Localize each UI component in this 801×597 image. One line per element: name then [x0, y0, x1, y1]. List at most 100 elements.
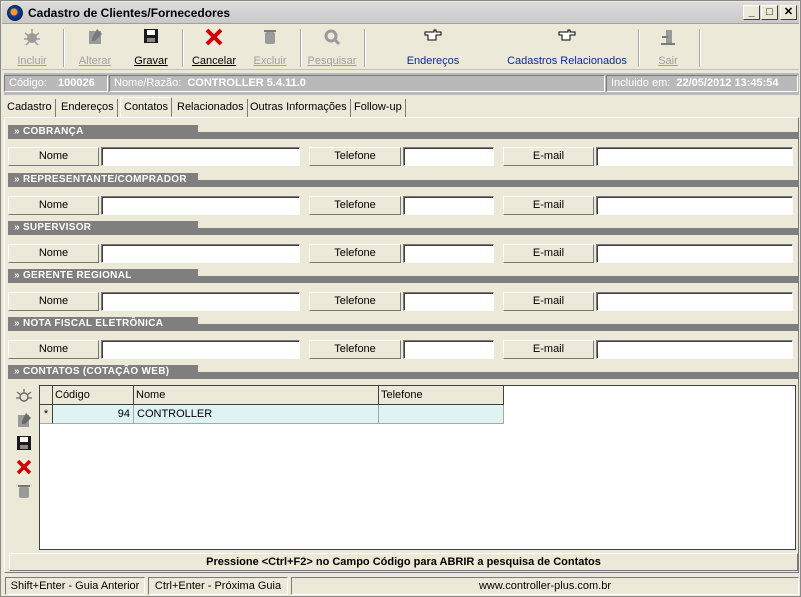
supervisor-email-input[interactable]: [596, 244, 793, 263]
section-header-gerente-regional: » GERENTE REGIONAL: [8, 269, 798, 283]
codigo-label: Código:: [9, 77, 47, 89]
trash-icon: [244, 27, 296, 49]
section-title: » COBRANÇA: [8, 125, 198, 139]
cell-telefone[interactable]: [379, 405, 504, 424]
tab-cadastro[interactable]: Cadastro: [4, 99, 56, 117]
grid-alterar-button[interactable]: [14, 411, 34, 431]
section-rule: [198, 180, 798, 187]
tab-follow-up[interactable]: Follow-up: [351, 99, 406, 117]
gerente-email-input[interactable]: [596, 292, 793, 311]
record-info-strip: Código: 100026 Nome/Razão: CONTROLLER 5.…: [4, 73, 799, 95]
exit-door-icon: [646, 27, 690, 49]
cadastros-relacionados-button[interactable]: Cadastros Relacionados: [502, 27, 632, 68]
supervisor-nome-input[interactable]: [101, 244, 300, 263]
close-button[interactable]: ✕: [780, 5, 797, 20]
minimize-button[interactable]: _: [743, 5, 760, 20]
grid-gravar-button[interactable]: [14, 435, 34, 455]
cobranca-telefone-label: Telefone: [309, 147, 401, 166]
section-rule: [198, 372, 798, 379]
tab-contatos[interactable]: Contatos: [120, 97, 173, 117]
sair-label: Sair: [658, 55, 678, 67]
section-header-supervisor: » SUPERVISOR: [8, 221, 798, 235]
gerente-nome-input[interactable]: [101, 292, 300, 311]
alterar-button[interactable]: Alterar: [68, 27, 122, 68]
gravar-button[interactable]: Gravar: [124, 27, 178, 68]
toolbar-separator: [182, 29, 184, 67]
supervisor-telefone-label: Telefone: [309, 244, 401, 263]
representante-nome-input[interactable]: [101, 196, 300, 215]
section-header-cobranca: » COBRANÇA: [8, 125, 798, 139]
tab-strip: Cadastro Endereços Contatos Relacionados…: [4, 97, 799, 117]
grid-cancelar-button[interactable]: [14, 458, 34, 478]
pesquisar-button[interactable]: Pesquisar: [304, 27, 360, 68]
floppy-disk-icon: [16, 436, 32, 455]
supervisor-telefone-input[interactable]: [403, 244, 494, 263]
pointing-hand-icon: [502, 27, 632, 49]
bug-plus-icon: [15, 389, 33, 409]
excluir-label: Excluir: [253, 55, 287, 67]
magnifier-icon: [304, 27, 360, 49]
nfe-email-input[interactable]: [596, 340, 793, 359]
tab-outras-informacoes[interactable]: Outras Informações: [247, 99, 351, 117]
representante-email-input[interactable]: [596, 196, 793, 215]
gerente-email-label: E-mail: [503, 292, 594, 311]
cobranca-telefone-input[interactable]: [403, 147, 494, 166]
excluir-button[interactable]: Excluir: [244, 27, 296, 68]
toolbar: Incluir Alterar Gravar Cancelar Excluir …: [2, 25, 799, 70]
column-header-nome[interactable]: Nome: [134, 386, 379, 405]
cancelar-button[interactable]: Cancelar: [186, 27, 242, 68]
incluido-value: 22/05/2012 13:45:54: [676, 77, 779, 89]
incluir-label: Incluir: [17, 55, 47, 67]
nfe-telefone-input[interactable]: [403, 340, 494, 359]
tab-relacionados[interactable]: Relacionados: [174, 99, 248, 117]
column-header-codigo[interactable]: Código: [53, 386, 134, 405]
nfe-email-label: E-mail: [503, 340, 594, 359]
status-prev-tab: Shift+Enter - Guia Anterior: [5, 577, 145, 595]
section-title: » NOTA FISCAL ELETRÔNICA: [8, 317, 198, 331]
section-title: » CONTATOS (COTAÇÃO WEB): [8, 365, 198, 379]
codigo-value: 100026: [57, 77, 95, 89]
enderecos-label: Endereços: [406, 55, 460, 67]
column-header-telefone[interactable]: Telefone: [379, 386, 504, 405]
app-globe-icon: [7, 5, 23, 21]
maximize-icon: □: [766, 6, 773, 18]
incluido-info: Incluido em: 22/05/2012 13:45:54: [606, 75, 798, 92]
nfe-nome-input[interactable]: [101, 340, 300, 359]
toolbar-separator: [638, 29, 640, 67]
enderecos-button[interactable]: Endereços: [398, 27, 468, 68]
edit-icon: [15, 413, 33, 433]
toolbar-separator: [300, 29, 302, 67]
status-website: www.controller-plus.com.br: [291, 577, 799, 595]
maximize-button[interactable]: □: [761, 5, 778, 20]
pesquisar-label: Pesquisar: [307, 55, 357, 67]
title-bar: Cadastro de Clientes/Fornecedores _ □ ✕: [2, 2, 799, 24]
floppy-disk-icon: [124, 27, 178, 49]
cancelar-label: Cancelar: [191, 55, 237, 67]
gerente-telefone-input[interactable]: [403, 292, 494, 311]
cobranca-email-input[interactable]: [596, 147, 793, 166]
cell-codigo[interactable]: 94: [53, 405, 134, 424]
alterar-label: Alterar: [78, 55, 112, 67]
grid-incluir-button[interactable]: [14, 387, 34, 407]
toolbar-separator: [63, 29, 65, 67]
grid-indicator-header: [40, 386, 53, 405]
window-title: Cadastro de Clientes/Fornecedores: [28, 6, 231, 20]
codigo-info: Código: 100026: [4, 75, 108, 92]
representante-email-label: E-mail: [503, 196, 594, 215]
sair-button[interactable]: Sair: [646, 27, 690, 68]
section-title: » GERENTE REGIONAL: [8, 269, 198, 283]
contatos-grid[interactable]: Código Nome Telefone * 94 CONTROLLER: [39, 385, 796, 550]
representante-telefone-input[interactable]: [403, 196, 494, 215]
cadastros-relacionados-label: Cadastros Relacionados: [507, 55, 627, 67]
cell-nome[interactable]: CONTROLLER: [134, 405, 379, 424]
grid-excluir-button[interactable]: [14, 482, 34, 502]
representante-telefone-label: Telefone: [309, 196, 401, 215]
section-header-nota-fiscal: » NOTA FISCAL ELETRÔNICA: [8, 317, 798, 331]
trash-icon: [15, 485, 33, 504]
supervisor-email-label: E-mail: [503, 244, 594, 263]
cobranca-nome-input[interactable]: [101, 147, 300, 166]
incluir-button[interactable]: Incluir: [6, 27, 58, 68]
section-rule: [198, 228, 798, 235]
tab-enderecos[interactable]: Endereços: [58, 99, 118, 117]
toolbar-separator: [364, 29, 366, 67]
